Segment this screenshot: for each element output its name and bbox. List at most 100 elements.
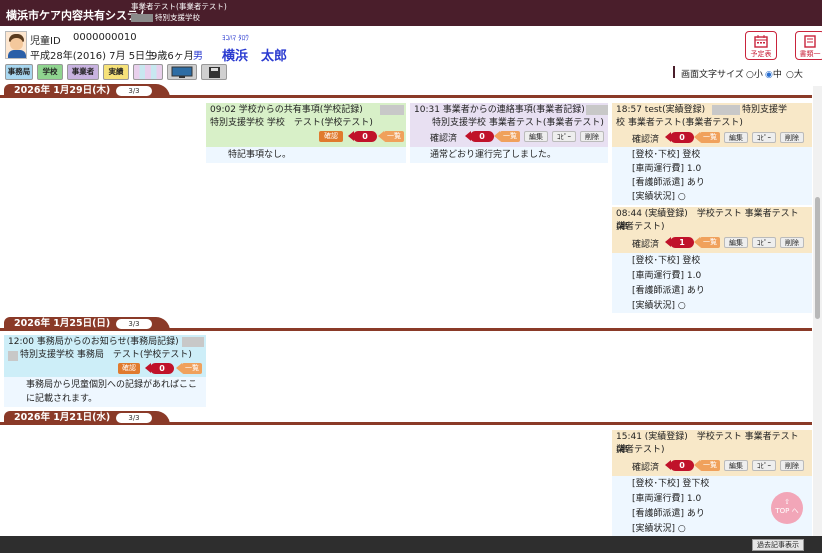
- record-line: [看護師派遣] あり: [632, 286, 705, 296]
- copy-button[interactable]: ｺﾋﾟｰ: [552, 131, 576, 142]
- record-card-result: 08:44 (実績登録) 学校テスト 事業者テスト(事 業者テスト) 確認済 1…: [612, 207, 812, 313]
- delete-button[interactable]: 削除: [780, 237, 804, 248]
- record-line: [看護師派遣] あり: [632, 509, 705, 519]
- confirm-button[interactable]: 確認: [118, 363, 140, 374]
- date-label: 2026年 1月25日(日): [14, 318, 111, 329]
- schedule-button[interactable]: 予定表: [745, 31, 777, 60]
- record-body: 特記事項なし。: [228, 150, 292, 160]
- record-card-office: 12:00 事務局からのお知らせ(事務局記録) 特別支援学校 事務局 テスト(学…: [4, 335, 206, 407]
- edit-button[interactable]: 編集: [724, 237, 748, 248]
- radio-unchecked-icon: ○: [786, 70, 794, 80]
- font-size-small[interactable]: ○小: [746, 67, 763, 80]
- record-title: 09:02 学校からの共有事項(学校記録): [210, 105, 363, 115]
- record-author: 業者テスト): [616, 445, 665, 455]
- list-button[interactable]: 一覧: [494, 131, 520, 142]
- unread-count-badge: 0: [665, 460, 694, 471]
- save-button[interactable]: [201, 64, 227, 80]
- list-button[interactable]: 一覧: [694, 460, 720, 471]
- copy-button[interactable]: ｺﾋﾟｰ: [752, 132, 776, 143]
- calendar-icon: [754, 35, 768, 48]
- date-label: 2026年 1月21日(水): [14, 412, 111, 423]
- arrow-up-icon: ⇧: [784, 498, 790, 506]
- edit-button[interactable]: 編集: [524, 131, 548, 142]
- record-body: に記載されます。: [26, 394, 98, 404]
- schedule-label: 予定表: [750, 50, 772, 58]
- record-title: 12:00 事務局からのお知らせ(事務局記録): [8, 337, 179, 347]
- filter-record[interactable]: 実績: [103, 64, 129, 80]
- past-records-button[interactable]: 過去記事表示: [752, 539, 804, 551]
- date-label: 2026年 1月29日(木): [14, 85, 111, 96]
- list-button[interactable]: 一覧: [176, 363, 202, 374]
- confirmed-label: 確認済: [632, 135, 660, 145]
- font-size-label: 画面文字サイズ: [681, 70, 744, 80]
- filter-office[interactable]: 事務局: [5, 64, 33, 80]
- gender: 男: [193, 51, 203, 62]
- record-body: 通常どおり運行完了しました。: [430, 150, 557, 160]
- name-kana: ﾖｺﾊﾏ ﾀﾛｳ: [222, 34, 249, 42]
- unread-count-badge: 0: [145, 363, 174, 374]
- record-line: [登校･下校] 登校: [632, 256, 701, 266]
- filter-display[interactable]: [167, 64, 197, 80]
- record-title: 10:31 事業者からの連絡事項(事業者記録): [414, 105, 585, 115]
- app-title: 横浜市ケア内容共有システム: [6, 9, 149, 22]
- record-line: [車両運行費] 1.0: [632, 271, 702, 281]
- date-header: 2026年 1月29日(木) 3/3: [0, 84, 812, 98]
- font-size-large[interactable]: ○大: [786, 67, 803, 80]
- font-size-medium[interactable]: ◉中: [765, 67, 782, 80]
- record-title-school: 特別支援学: [742, 105, 788, 115]
- record-line: [実績状況] ○: [632, 301, 686, 311]
- record-author: 特別支援学校 学校 テスト(学校テスト): [210, 118, 373, 128]
- filter-school[interactable]: 学校: [37, 64, 63, 80]
- delete-button[interactable]: 削除: [580, 131, 604, 142]
- list-button[interactable]: 一覧: [378, 131, 404, 142]
- back-to-top-label: TOP へ: [775, 507, 799, 515]
- documents-label: 書類一: [799, 50, 821, 58]
- confirmed-label: 確認済: [632, 240, 660, 250]
- header-sub-line2: 特別支援学校: [131, 13, 200, 23]
- edit-button[interactable]: 編集: [724, 460, 748, 471]
- record-card-provider: 10:31 事業者からの連絡事項(事業者記録) 特別支援学校 事業者テスト(事業…: [410, 103, 608, 163]
- unread-count-badge: 1: [665, 237, 694, 248]
- confirm-button[interactable]: 確認: [319, 131, 343, 142]
- delete-button[interactable]: 削除: [780, 460, 804, 471]
- record-line: [実績状況] ○: [632, 524, 686, 534]
- birth-date: 平成28年(2016) 7月 5日生: [30, 51, 156, 62]
- documents-button[interactable]: 書類一: [795, 31, 822, 60]
- confirmed-label: 確認済: [632, 463, 660, 473]
- record-line: [実績状況] ○: [632, 192, 686, 202]
- delete-button[interactable]: 削除: [780, 132, 804, 143]
- copy-button[interactable]: ｺﾋﾟｰ: [752, 460, 776, 471]
- scrollbar-thumb[interactable]: [815, 197, 820, 319]
- divider: [673, 66, 675, 78]
- child-id-value: 0000000010: [73, 32, 137, 43]
- record-count: 3/3: [116, 319, 152, 329]
- title-bar: 横浜市ケア内容共有システム 事業者テスト(事業者テスト) 特別支援学校: [0, 0, 822, 26]
- document-icon: [804, 35, 816, 48]
- floppy-icon: [208, 67, 220, 78]
- record-line: [車両運行費] 1.0: [632, 164, 702, 174]
- header-sub-line1: 事業者テスト(事業者テスト): [131, 2, 227, 11]
- list-button[interactable]: 一覧: [694, 132, 720, 143]
- record-author: 特別支援学校 事務局 テスト(学校テスト): [20, 350, 192, 360]
- copy-button[interactable]: ｺﾋﾟｰ: [752, 237, 776, 248]
- edit-button[interactable]: 編集: [724, 132, 748, 143]
- record-line: [登校･下校] 登下校: [632, 479, 710, 489]
- child-avatar: [5, 31, 27, 59]
- record-author: 特別支援学校 事業者テスト(事業者テスト): [432, 118, 604, 128]
- record-title: 18:57 test(実績登録): [616, 105, 706, 115]
- radio-unchecked-icon: ○: [746, 70, 754, 80]
- record-card-result: 18:57 test(実績登録) 特別支援学 校 事業者テスト(事業者テスト) …: [612, 103, 812, 205]
- radio-checked-icon: ◉: [765, 70, 773, 80]
- filter-all[interactable]: [133, 64, 163, 80]
- record-author: 校 事業者テスト(事業者テスト): [616, 118, 743, 128]
- filter-provider[interactable]: 事業者: [67, 64, 99, 80]
- record-line: [車両運行費] 1.0: [632, 494, 702, 504]
- record-count: 3/3: [116, 413, 152, 423]
- date-header: 2026年 1月21日(水) 3/3: [0, 411, 812, 425]
- back-to-top-button[interactable]: ⇧ TOP へ: [771, 492, 803, 524]
- bottom-bar: [0, 536, 822, 553]
- date-header: 2026年 1月25日(日) 3/3: [0, 317, 812, 331]
- record-author: 業者テスト): [616, 222, 665, 232]
- age: 9歳6ヶ月: [151, 51, 194, 62]
- list-button[interactable]: 一覧: [694, 237, 720, 248]
